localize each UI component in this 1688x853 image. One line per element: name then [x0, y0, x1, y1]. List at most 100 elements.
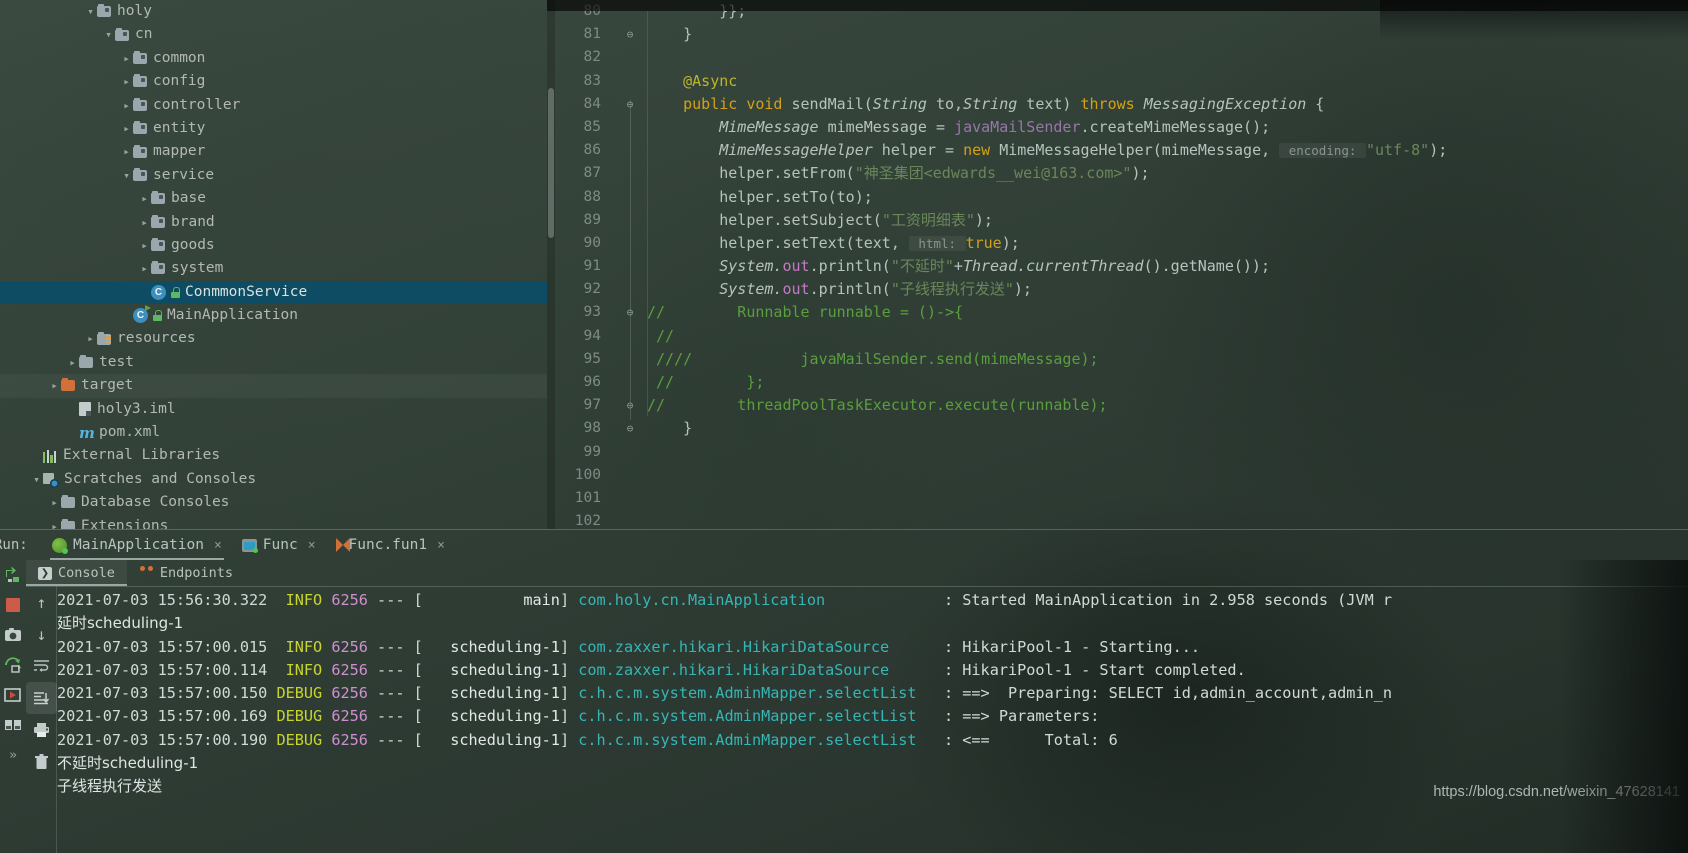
- chevron-down-icon[interactable]: ▾: [102, 23, 115, 46]
- tree-item-test[interactable]: ▸ test: [0, 351, 547, 374]
- chevron-right-icon[interactable]: ▸: [48, 491, 61, 514]
- chevron-right-icon[interactable]: ▸: [120, 70, 133, 93]
- close-icon[interactable]: ×: [214, 538, 222, 553]
- stop-button[interactable]: [0, 590, 26, 620]
- tree-item-holy[interactable]: ▾ holy: [0, 0, 547, 23]
- editor-line[interactable]: 93 ⊖ // Runnable runnable = ()->{: [547, 301, 1688, 324]
- tree-item-external-libraries[interactable]: ▸External Libraries: [0, 444, 547, 467]
- fold-marker-icon[interactable]: ⊖: [623, 301, 637, 324]
- chevron-right-icon[interactable]: ▸: [84, 327, 97, 350]
- editor-line[interactable]: 83 @Async: [547, 70, 1688, 93]
- chevron-right-icon[interactable]: ▸: [66, 351, 79, 374]
- camera-icon[interactable]: [0, 620, 26, 650]
- run-tabs-bar[interactable]: Run: MainApplication × Func × Func.fun1 ×: [0, 530, 1688, 560]
- chevron-down-icon[interactable]: ▾: [30, 468, 43, 491]
- editor-line[interactable]: 86 MimeMessageHelper helper = new MimeMe…: [547, 139, 1688, 162]
- chevron-right-icon[interactable]: ▸: [138, 257, 151, 280]
- chevron-right-icon[interactable]: ▸: [48, 374, 61, 397]
- chevron-right-icon[interactable]: ▸: [48, 515, 61, 529]
- editor-line[interactable]: 89 helper.setSubject("工资明细表");: [547, 209, 1688, 232]
- tree-item-brand[interactable]: ▸ brand: [0, 211, 547, 234]
- console-tab-console[interactable]: ❯ Console: [26, 560, 127, 586]
- editor-line[interactable]: 90 helper.setText(text, html: true);: [547, 232, 1688, 255]
- editor-line[interactable]: 81 ⊖ }: [547, 23, 1688, 46]
- editor-line[interactable]: 102: [547, 510, 1688, 529]
- editor-line[interactable]: 98 ⊖ }: [547, 417, 1688, 440]
- console-output[interactable]: 2021-07-03 15:56:30.322 INFO 6256 --- [ …: [57, 589, 1688, 853]
- editor-line[interactable]: 84 ⊖ public void sendMail(String to,Strin…: [547, 93, 1688, 116]
- run-actions-toolbar[interactable]: »: [0, 560, 26, 853]
- resume-icon[interactable]: [0, 680, 26, 710]
- tree-item-config[interactable]: ▸ config: [0, 70, 547, 93]
- editor-line[interactable]: 95 //// javaMailSender.send(mimeMessage)…: [547, 348, 1688, 371]
- fold-marker-icon[interactable]: ⊖: [623, 394, 637, 417]
- tree-item-conmmonservice[interactable]: ▸CConmmonService: [0, 280, 547, 305]
- printer-icon[interactable]: [26, 714, 57, 746]
- soft-wrap-button[interactable]: [26, 650, 57, 682]
- trash-icon[interactable]: [26, 746, 57, 778]
- editor-line[interactable]: 88 helper.setTo(to);: [547, 186, 1688, 209]
- run-tab-func-fun1[interactable]: Func.fun1 ×: [326, 530, 455, 560]
- scroll-down-button[interactable]: ↓: [26, 618, 57, 650]
- tree-item-cn[interactable]: ▾ cn: [0, 23, 547, 46]
- editor-line[interactable]: 91 System.out.println("不延时"+Thread.curre…: [547, 255, 1688, 278]
- close-icon[interactable]: ×: [437, 538, 445, 553]
- chevron-right-icon[interactable]: ▸: [138, 187, 151, 210]
- editor-line[interactable]: 101: [547, 487, 1688, 510]
- chevron-right-icon[interactable]: ▸: [138, 211, 151, 234]
- fold-marker-icon[interactable]: ⊖: [623, 23, 637, 46]
- tree-item-goods[interactable]: ▸ goods: [0, 234, 547, 257]
- fold-marker-icon[interactable]: ⊖: [623, 93, 637, 116]
- editor-line[interactable]: 85 MimeMessage mimeMessage = javaMailSen…: [547, 116, 1688, 139]
- editor-line[interactable]: 87 helper.setFrom("神圣集团<edwards__wei@163…: [547, 162, 1688, 185]
- tree-item-mainapplication[interactable]: ▸CMainApplication: [0, 304, 547, 327]
- editor-line[interactable]: 96 // };: [547, 371, 1688, 394]
- tree-item-common[interactable]: ▸ common: [0, 47, 547, 70]
- tree-item-service[interactable]: ▾ service: [0, 164, 547, 187]
- chevron-right-icon[interactable]: ▸: [120, 94, 133, 117]
- run-configuration-tabs[interactable]: MainApplication × Func × Func.fun1 ×: [42, 530, 455, 560]
- editor-line[interactable]: 99: [547, 441, 1688, 464]
- code-editor[interactable]: 80 }}; 81 ⊖ } 82 83 @Async 84 ⊖ public void se…: [547, 0, 1688, 529]
- editor-line[interactable]: 100: [547, 464, 1688, 487]
- editor-line[interactable]: 92 System.out.println("子线程执行发送");: [547, 278, 1688, 301]
- close-icon[interactable]: ×: [308, 538, 316, 553]
- run-tab-func[interactable]: Func ×: [232, 530, 326, 560]
- layout-icon[interactable]: [0, 710, 26, 740]
- tree-item-target[interactable]: ▸ target: [0, 374, 547, 398]
- tree-item-base[interactable]: ▸ base: [0, 187, 547, 210]
- console-toolbar[interactable]: ↑ ↓: [26, 586, 57, 853]
- editor-line[interactable]: 94 //: [547, 325, 1688, 348]
- tree-item-entity[interactable]: ▸ entity: [0, 117, 547, 140]
- editor-lines[interactable]: 80 }}; 81 ⊖ } 82 83 @Async 84 ⊖ public void se…: [547, 0, 1688, 529]
- chevron-right-icon[interactable]: ▸: [120, 117, 133, 140]
- tree-item-scratches-and-consoles[interactable]: ▾ Scratches and Consoles: [0, 468, 547, 491]
- rerun-button[interactable]: [0, 560, 26, 590]
- chevrons-icon[interactable]: »: [0, 740, 26, 770]
- chevron-right-icon[interactable]: ▸: [138, 234, 151, 257]
- tree-item-extensions[interactable]: ▸ Extensions: [0, 515, 547, 529]
- run-tab-mainapplication[interactable]: MainApplication ×: [42, 530, 232, 560]
- code-token: Thread.currentThread: [962, 257, 1144, 276]
- editor-line[interactable]: 97 ⊖ // threadPoolTaskExecutor.execute(run…: [547, 394, 1688, 417]
- chevron-down-icon[interactable]: ▾: [84, 0, 97, 23]
- tree-item-system[interactable]: ▸ system: [0, 257, 547, 280]
- tree-item-holy3-iml[interactable]: ▸holy3.iml: [0, 398, 547, 421]
- editor-line[interactable]: 82: [547, 46, 1688, 69]
- project-tree-panel[interactable]: ▾ holy ▾ cn ▸ common ▸ config ▸ controller ▸ entity…: [0, 0, 547, 529]
- fold-marker-icon[interactable]: ⊖: [623, 417, 637, 440]
- scroll-to-end-button[interactable]: [26, 682, 57, 714]
- restore-icon[interactable]: [0, 650, 26, 680]
- tree-item-mapper[interactable]: ▸ mapper: [0, 140, 547, 163]
- tree-item-controller[interactable]: ▸ controller: [0, 94, 547, 117]
- chevron-right-icon[interactable]: ▸: [120, 47, 133, 70]
- run-tool-window[interactable]: Run: MainApplication × Func × Func.fun1 ×: [0, 529, 1688, 853]
- tree-item-resources[interactable]: ▸ resources: [0, 327, 547, 350]
- console-sub-tabs[interactable]: ❯ Console Endpoints: [26, 560, 245, 586]
- tree-item-database-consoles[interactable]: ▸ Database Consoles: [0, 491, 547, 514]
- tree-item-pom-xml[interactable]: ▸mpom.xml: [0, 421, 547, 444]
- scroll-up-button[interactable]: ↑: [26, 586, 57, 618]
- chevron-down-icon[interactable]: ▾: [120, 164, 133, 187]
- chevron-right-icon[interactable]: ▸: [120, 140, 133, 163]
- console-tab-endpoints[interactable]: Endpoints: [127, 560, 245, 586]
